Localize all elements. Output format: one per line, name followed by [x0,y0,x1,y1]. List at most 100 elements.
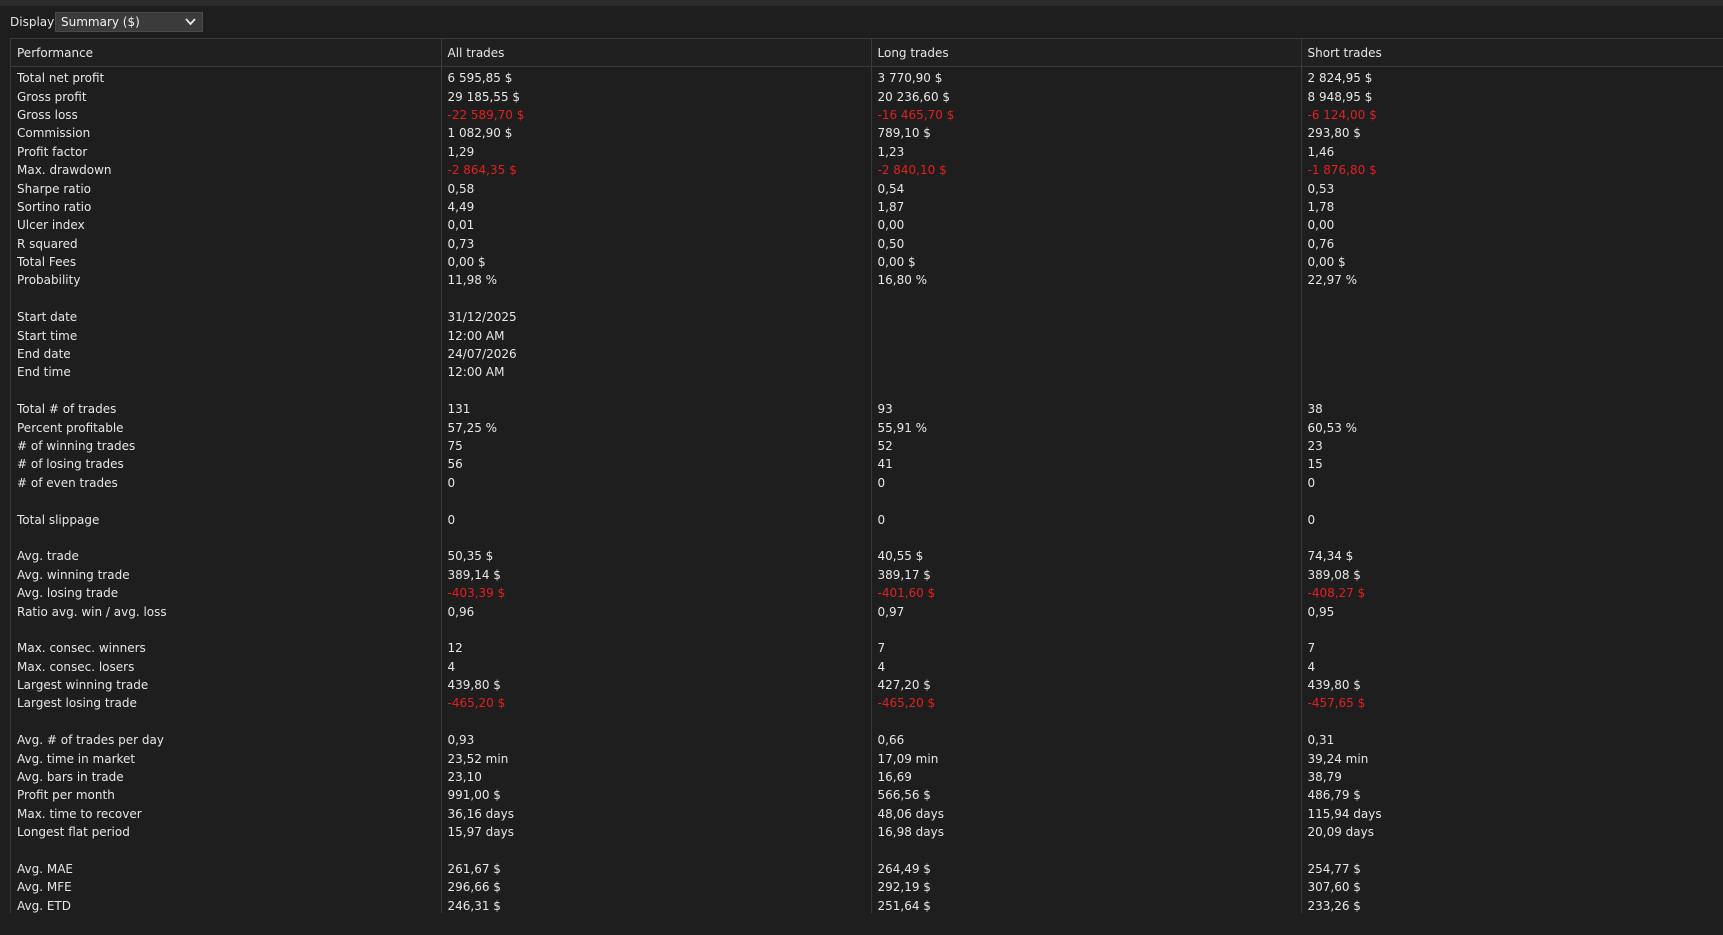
row-label: Avg. bars in trade [11,767,442,787]
table-row[interactable] [11,528,1723,548]
column-header-short-trades[interactable]: Short trades [1301,38,1723,67]
short-trades-value: 74,34 $ [1301,547,1723,566]
row-label: Largest losing trade [11,694,442,713]
table-row[interactable]: Total net profit 6 595,85 $3 770,90 $2 82… [11,66,1723,88]
table-row[interactable]: Avg. winning trade 389,14 $389,17 $389,08… [11,565,1723,584]
table-row[interactable]: Longest flat period 15,97 days 16,98 days 2… [11,823,1723,842]
table-row[interactable]: Commission 1 082,90 $789,10 $293,80 $ [11,124,1723,143]
long-trades-value [871,308,1302,327]
short-trades-value: 2 824,95 $ [1301,66,1723,88]
long-trades-value: 789,10 $ [871,124,1302,143]
short-trades-value [1301,841,1723,860]
long-trades-value: 427,20 $ [871,675,1302,695]
short-trades-value: 22,97 % [1301,271,1723,290]
table-row[interactable]: Total slippage 0 0 0 [11,510,1723,529]
table-row[interactable]: Profit factor 1,29 1,23 1,46 [11,142,1723,161]
short-trades-value: 0,76 [1301,234,1723,253]
short-trades-value [1301,712,1723,732]
short-trades-value: -457,65 $ [1301,694,1723,713]
table-row[interactable]: Avg. losing trade -403,39 $ -401,60 $ -408,… [11,583,1723,603]
row-label: Longest flat period [11,823,442,842]
all-trades-value: 0 [441,473,872,492]
long-trades-value: 0,66 [871,731,1302,750]
all-trades-value [441,712,872,732]
table-row[interactable]: Max. consec. winners 12 7 7 [11,639,1723,658]
long-trades-value: 0,00 $ [871,252,1302,272]
table-row[interactable] [11,620,1723,640]
table-body: Total net profit 6 595,85 $3 770,90 $2 82… [11,66,1723,915]
table-row[interactable]: Max. time to recover 36,16 days 48,06 days… [11,804,1723,824]
row-label: Total slippage [11,510,442,529]
table-row[interactable]: Total # of trades 131 93 38 [11,400,1723,419]
table-row[interactable] [11,841,1723,860]
short-trades-value: 1,78 [1301,197,1723,217]
short-trades-value: 0,53 [1301,179,1723,198]
short-trades-value [1301,620,1723,640]
table-row[interactable]: R squared 0,73 0,50 0,76 [11,234,1723,253]
table-row[interactable]: Total Fees 0,00 $0,00 $0,00 $ [11,252,1723,272]
all-trades-value: 0,93 [441,731,872,750]
table-row[interactable]: Probability 11,98 % 16,80 % 22,97 % [11,271,1723,290]
table-row[interactable]: Gross loss -22 589,70 $ -16 465,70 $ -6 124… [11,105,1723,125]
table-row[interactable]: Sortino ratio 4,49 1,87 1,78 [11,197,1723,217]
all-trades-value: 15,97 days [441,823,872,842]
short-trades-value [1301,363,1723,382]
table-row[interactable]: Ulcer index 0,01 0,00 0,00 [11,216,1723,235]
table-row[interactable]: Avg. MFE 296,66 $292,19 $307,60 $ [11,878,1723,897]
table-row[interactable]: End time 12:00 AM [11,363,1723,382]
row-label: Sharpe ratio [11,179,442,198]
table-row[interactable]: Largest winning trade 439,80 $427,20 $439… [11,675,1723,695]
row-label: Commission [11,124,442,143]
table-row[interactable] [11,289,1723,309]
long-trades-value [871,841,1302,860]
table-row[interactable]: Gross profit 29 185,55 $20 236,60 $8 948,… [11,87,1723,106]
table-row[interactable]: # of losing trades 56 41 15 [11,455,1723,474]
table-row[interactable]: Max. drawdown -2 864,35 $ -2 840,10 $ -1 87… [11,160,1723,180]
table-row[interactable]: Avg. bars in trade 23,10 16,69 38,79 [11,767,1723,787]
table-row[interactable]: Start time 12:00 AM [11,326,1723,345]
short-trades-value: 0 [1301,473,1723,492]
table-row[interactable] [11,712,1723,732]
table-row[interactable]: Ratio avg. win / avg. loss 0,96 0,97 0,95 [11,602,1723,621]
table-row[interactable]: Avg. trade 50,35 $40,55 $74,34 $ [11,547,1723,566]
all-trades-value: 0,58 [441,179,872,198]
toolbar: Display Summary ($) [0,6,1723,38]
long-trades-value: -401,60 $ [871,583,1302,603]
long-trades-value: 1,23 [871,142,1302,161]
table-row[interactable]: End date 24/07/2026 [11,344,1723,364]
table-row[interactable]: Max. consec. losers 4 4 4 [11,657,1723,676]
column-header-performance[interactable]: Performance [11,38,442,67]
table-row[interactable]: Percent profitable 57,25 % 55,91 % 60,53 % [11,418,1723,437]
row-label: Percent profitable [11,418,442,437]
table-row[interactable]: Avg. time in market 23,52 min 17,09 min 39,… [11,749,1723,768]
all-trades-value [441,620,872,640]
all-trades-value: 12:00 AM [441,363,872,382]
table-row[interactable]: # of winning trades 75 52 23 [11,436,1723,456]
short-trades-value: 39,24 min [1301,749,1723,768]
short-trades-value [1301,289,1723,309]
column-header-all-trades[interactable]: All trades [441,38,872,67]
long-trades-value: 16,98 days [871,823,1302,842]
table-row[interactable]: # of even trades 0 0 0 [11,473,1723,492]
table-row[interactable]: Start date 31/12/2025 [11,308,1723,327]
long-trades-value: 264,49 $ [871,859,1302,879]
row-label: Profit factor [11,142,442,161]
display-select[interactable]: Summary ($) [55,12,203,32]
long-trades-value: 292,19 $ [871,878,1302,897]
row-label: Ratio avg. win / avg. loss [11,602,442,621]
table-row[interactable]: Sharpe ratio 0,58 0,54 0,53 [11,179,1723,198]
all-trades-value: -22 589,70 $ [441,105,872,125]
long-trades-value: 17,09 min [871,749,1302,768]
table-row[interactable]: Avg. MAE 261,67 $264,49 $254,77 $ [11,859,1723,879]
all-trades-value [441,381,872,401]
column-header-long-trades[interactable]: Long trades [871,38,1302,67]
row-label: Total net profit [11,66,442,88]
table-row[interactable]: Avg. # of trades per day 0,93 0,66 0,31 [11,731,1723,750]
table-row[interactable]: Profit per month 991,00 $566,56 $486,79 $ [11,786,1723,805]
table-row[interactable] [11,491,1723,511]
bottom-area [0,913,1723,935]
row-label: Start time [11,326,442,345]
table-row[interactable] [11,381,1723,401]
table-row[interactable]: Largest losing trade -465,20 $ -465,20 $ -4… [11,694,1723,713]
short-trades-value: 4 [1301,657,1723,676]
